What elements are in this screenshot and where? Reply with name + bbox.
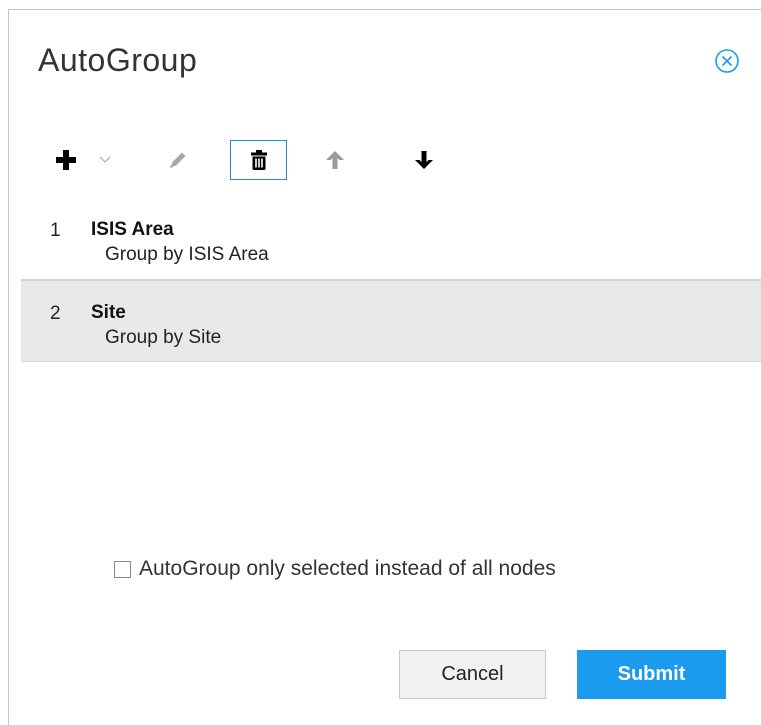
move-up-button[interactable] [320, 140, 350, 180]
chevron-down-icon [99, 156, 111, 163]
add-button[interactable] [51, 140, 81, 180]
item-index: 1 [50, 220, 61, 241]
list-item[interactable]: 1 ISIS Area Group by ISIS Area [21, 202, 761, 280]
submit-button[interactable]: Submit [577, 650, 726, 699]
plus-icon [56, 150, 76, 170]
list-item[interactable]: 2 Site Group by Site [21, 280, 761, 362]
autogroup-selected-option: AutoGroup only selected instead of all n… [114, 554, 556, 584]
pencil-icon [170, 152, 186, 168]
arrow-up-icon [326, 151, 344, 169]
checkbox-label: AutoGroup only selected instead of all n… [139, 557, 556, 580]
item-name: ISIS Area [91, 219, 174, 240]
move-down-button[interactable] [409, 140, 439, 180]
item-index: 2 [50, 303, 61, 324]
close-circle-icon [715, 49, 739, 73]
add-dropdown-button[interactable] [95, 140, 115, 180]
group-rule-list: 1 ISIS Area Group by ISIS Area 2 Site Gr… [21, 202, 761, 362]
trash-icon [250, 150, 267, 170]
item-name: Site [91, 302, 126, 323]
autogroup-dialog: AutoGroup 1 ISIS Area Group by ISIS Area… [8, 9, 761, 725]
cancel-button[interactable]: Cancel [399, 650, 546, 699]
item-description: Group by ISIS Area [105, 244, 269, 265]
arrow-down-icon [415, 151, 433, 169]
toolbar [9, 140, 761, 180]
autogroup-selected-checkbox[interactable] [114, 560, 131, 578]
delete-button[interactable] [230, 140, 287, 180]
edit-button[interactable] [161, 140, 195, 180]
item-description: Group by Site [105, 327, 222, 348]
dialog-title: AutoGroup [38, 42, 198, 78]
close-button[interactable] [714, 48, 740, 74]
